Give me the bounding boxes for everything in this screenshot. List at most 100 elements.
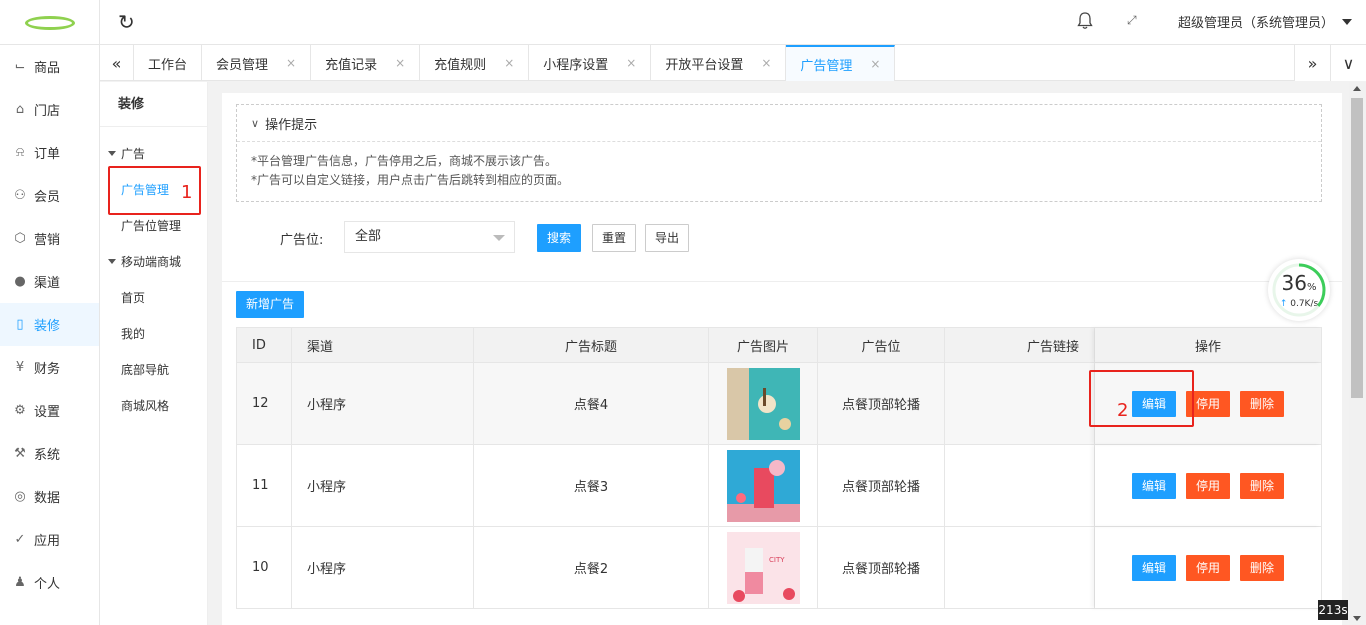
- table-row: 10 小程序 点餐2 CITY 点餐顶部轮播 编辑 停用 删除: [236, 527, 1322, 609]
- tip-line: *广告可以自定义链接，用户点击广告后跳转到相应的页面。: [251, 173, 570, 187]
- network-speed-widget[interactable]: 36% ↑ 0.7K/s: [1268, 259, 1330, 321]
- edit-button[interactable]: 编辑: [1131, 472, 1176, 499]
- tab[interactable]: 开放平台设置 ×: [651, 45, 787, 81]
- annotation-number-1: 1: [181, 182, 193, 203]
- cell-title: 点餐4: [474, 363, 709, 444]
- tab[interactable]: 充值记录 ×: [311, 45, 421, 81]
- close-icon[interactable]: ×: [286, 56, 296, 70]
- fullscreen-icon[interactable]: ⤢: [1127, 13, 1137, 28]
- tab[interactable]: 工作台: [134, 45, 203, 81]
- delete-button[interactable]: 删除: [1240, 472, 1285, 499]
- logo[interactable]: [0, 0, 100, 45]
- sidebar-item-label: 个人: [34, 577, 61, 592]
- export-button[interactable]: 导出: [645, 224, 690, 252]
- sidebar-item[interactable]: ⚙ 设置: [0, 389, 99, 432]
- user-name: 超级管理员（系统管理员）: [1178, 16, 1335, 31]
- sidebar-item[interactable]: ⌙ 商品: [0, 45, 99, 88]
- sidebar-item[interactable]: ⚒ 系统: [0, 432, 99, 475]
- tab[interactable]: 会员管理 ×: [202, 45, 312, 81]
- filter-label: 广告位:: [280, 233, 324, 248]
- logo-icon: [24, 15, 75, 30]
- cell-link: [945, 363, 1095, 444]
- close-icon[interactable]: ×: [395, 56, 405, 70]
- sub-group-mobile-mall[interactable]: 移动端商城: [100, 243, 207, 279]
- tab-label: 工作台: [148, 57, 188, 73]
- circle-icon: ●: [14, 274, 26, 289]
- tab-bar: « 工作台 会员管理 × 充值记录 × 充值规则 × 小程序设置 × 开放平台设置 × 广告管理 × »…: [100, 45, 1366, 81]
- tab-scroll-right-icon[interactable]: »: [1294, 45, 1330, 81]
- cell-channel: 小程序: [292, 445, 474, 526]
- divider: [222, 281, 1342, 282]
- close-icon[interactable]: ×: [870, 57, 880, 71]
- top-bar: ↻ ⤢ 超级管理员（系统管理员）: [0, 0, 1366, 45]
- ad-thumbnail[interactable]: [726, 367, 800, 440]
- sidebar-item[interactable]: ⬡ 营销: [0, 217, 99, 260]
- sidebar-item-label: 设置: [34, 405, 61, 420]
- sidebar-item[interactable]: ◎ 数据: [0, 475, 99, 518]
- tab-menu-chevron-down-icon[interactable]: ∨: [1330, 45, 1366, 81]
- column-header: 操作: [1095, 328, 1321, 362]
- ad-thumbnail[interactable]: [726, 449, 800, 522]
- tab-label: 小程序设置: [543, 57, 609, 73]
- sidebar-item-label: 营销: [34, 233, 61, 248]
- home-icon: ⌂: [15, 102, 25, 117]
- user-menu[interactable]: 超级管理员（系统管理员）: [1178, 12, 1353, 31]
- tablet-icon: ▯: [16, 317, 24, 332]
- disable-button[interactable]: 停用: [1185, 472, 1230, 499]
- close-icon[interactable]: ×: [761, 56, 771, 70]
- sidebar-item[interactable]: ▯ 装修: [0, 303, 99, 346]
- cart-icon: ⌙: [14, 59, 26, 74]
- sidebar-item-label: 门店: [34, 104, 61, 119]
- sidebar-item[interactable]: ¥ 财务: [0, 346, 99, 389]
- sub-item-mall-style[interactable]: 商城风格: [100, 387, 207, 423]
- column-header: ID: [237, 328, 292, 362]
- reset-button[interactable]: 重置: [592, 224, 637, 252]
- tab[interactable]: 广告管理 ×: [786, 45, 896, 81]
- sub-item-bottom-nav[interactable]: 底部导航: [100, 351, 207, 387]
- search-button[interactable]: 搜索: [537, 224, 582, 252]
- tab-label: 广告管理: [800, 58, 853, 74]
- sidebar-item[interactable]: ✓ 应用: [0, 518, 99, 561]
- tips-header[interactable]: ∨ 操作提示: [237, 105, 1321, 142]
- column-header: 渠道: [292, 328, 474, 362]
- scroll-up-icon[interactable]: [1353, 86, 1361, 91]
- column-header: 广告位: [818, 328, 945, 362]
- sidebar-item[interactable]: ⍾ 订单: [0, 131, 99, 174]
- delete-button[interactable]: 删除: [1240, 554, 1285, 581]
- ad-position-select[interactable]: 全部: [344, 221, 515, 253]
- tab[interactable]: 小程序设置 ×: [529, 45, 652, 81]
- disable-button[interactable]: 停用: [1185, 554, 1230, 581]
- cell-id: 10: [237, 527, 292, 608]
- scroll-down-icon[interactable]: [1353, 616, 1361, 621]
- app-root: ↻ ⤢ 超级管理员（系统管理员） ⌙ 商品 ⌂ 门店 ⍾ 订单 ⚇ 会员 ⬡ 营销 ● 渠道 ▯ 装修 ¥ 财…: [0, 0, 1366, 625]
- tab[interactable]: 充值规则 ×: [420, 45, 530, 81]
- sub-item-home[interactable]: 首页: [100, 279, 207, 315]
- refresh-icon[interactable]: ↻: [118, 10, 135, 34]
- annotation-number-2: 2: [1117, 400, 1129, 421]
- ad-thumbnail[interactable]: CITY: [726, 531, 800, 604]
- cell-link: [945, 445, 1095, 526]
- bell-icon[interactable]: [1076, 11, 1094, 31]
- vertical-scrollbar[interactable]: [1349, 82, 1366, 625]
- sidebar-item-label: 应用: [34, 534, 61, 549]
- sidebar-item[interactable]: ⚇ 会员: [0, 174, 99, 217]
- main-sidebar: ⌙ 商品 ⌂ 门店 ⍾ 订单 ⚇ 会员 ⬡ 营销 ● 渠道 ▯ 装修 ¥ 财务 ⚙ 设置 ⚒ 系统 ◎ 数据 ✓ 应用 ♟ 个人: [0, 45, 100, 625]
- cell-operations: 编辑 停用 删除: [1095, 445, 1321, 526]
- close-icon[interactable]: ×: [626, 56, 636, 70]
- close-icon[interactable]: ×: [504, 56, 514, 70]
- sidebar-item[interactable]: ● 渠道: [0, 260, 99, 303]
- delete-button[interactable]: 删除: [1240, 390, 1285, 417]
- sub-sidebar: 装修 广告 广告管理 广告位管理 移动端商城 首页 我的 底部导航 商城风格: [100, 82, 208, 625]
- sub-item-mine[interactable]: 我的: [100, 315, 207, 351]
- add-ad-button[interactable]: 新增广告: [236, 291, 305, 318]
- edit-button[interactable]: 编辑: [1131, 554, 1176, 581]
- tab-scroll-left-icon[interactable]: «: [100, 45, 134, 81]
- sidebar-item[interactable]: ⌂ 门店: [0, 88, 99, 131]
- scroll-thumb[interactable]: [1351, 98, 1363, 398]
- select-value: 全部: [355, 229, 382, 244]
- sidebar-item[interactable]: ♟ 个人: [0, 561, 99, 604]
- chevron-down-icon: ∨: [251, 116, 260, 130]
- cell-id: 12: [237, 363, 292, 444]
- cell-operations: 编辑 停用 删除: [1095, 527, 1321, 608]
- annotation-box-2: [1089, 370, 1194, 427]
